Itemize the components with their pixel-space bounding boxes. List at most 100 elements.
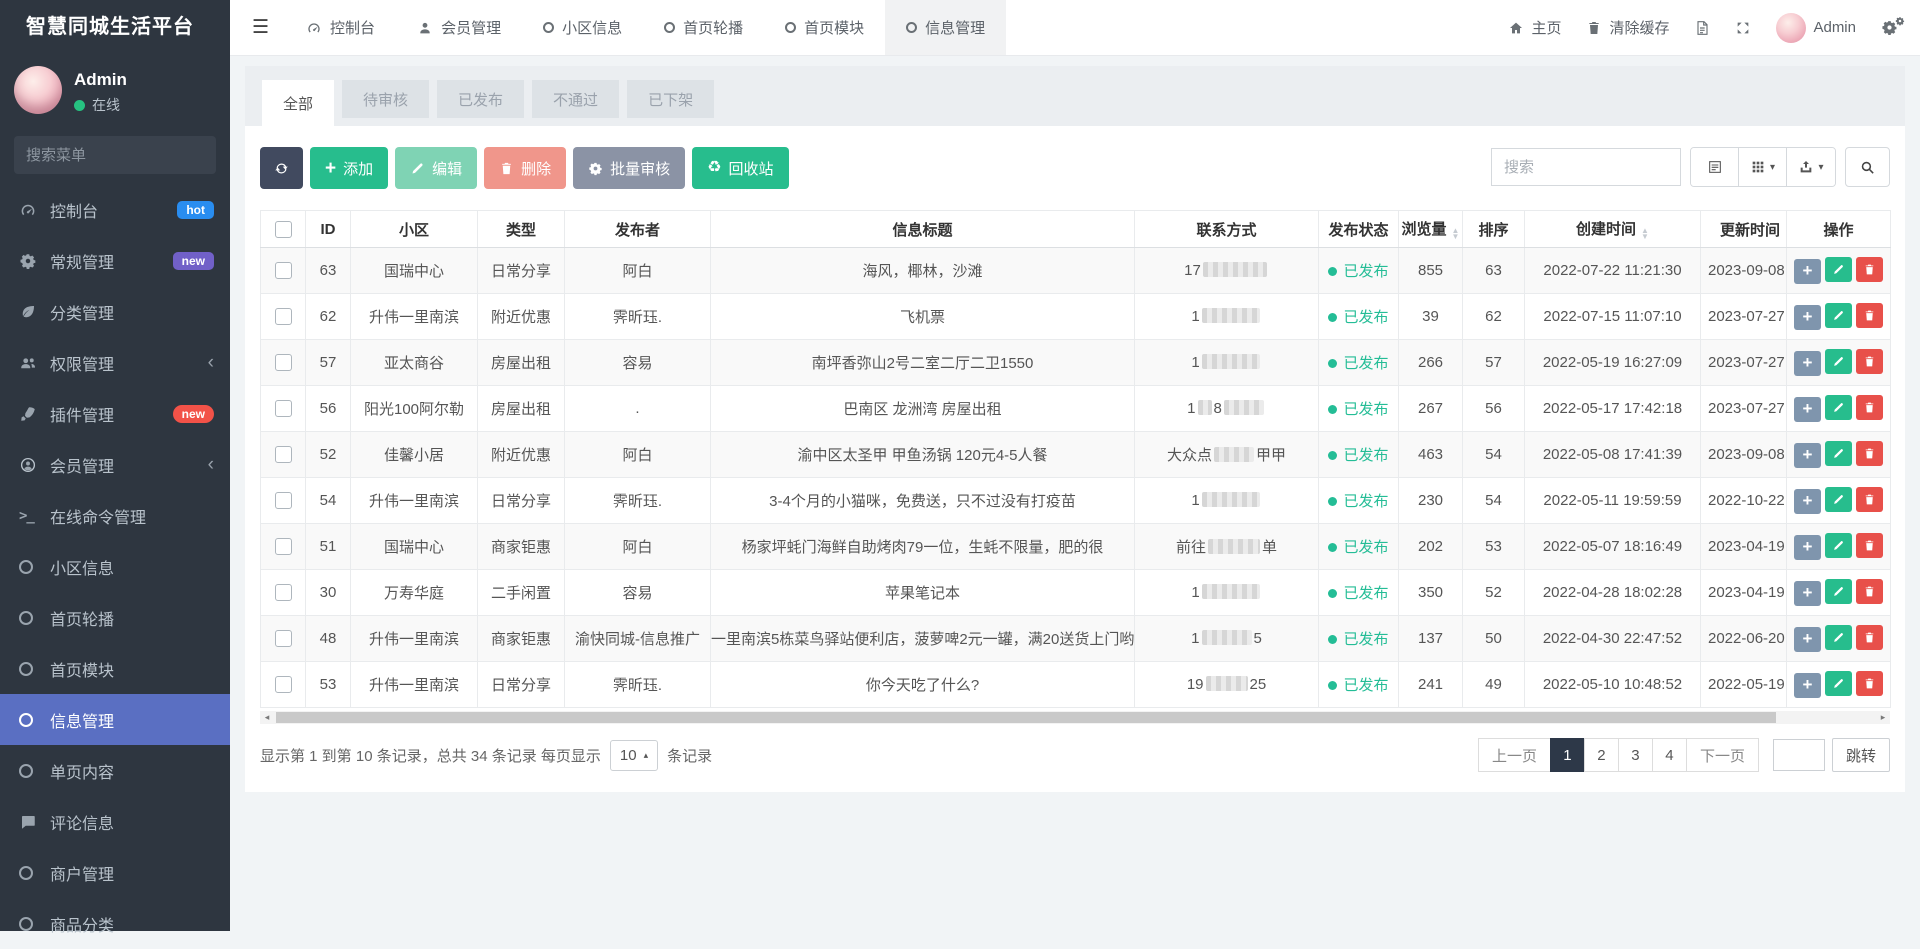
horizontal-scrollbar[interactable]: ◂ ▸ (260, 711, 1890, 724)
detail-view-button[interactable] (1691, 148, 1739, 186)
row-edit-button[interactable] (1825, 349, 1852, 374)
table-search-input[interactable] (1491, 148, 1681, 186)
sidebar-item[interactable]: 会员管理‹ (0, 439, 230, 490)
row-more-button[interactable]: + (1794, 259, 1821, 284)
avatar[interactable] (14, 66, 62, 114)
export-button[interactable]: ▾ (1787, 148, 1835, 186)
row-edit-button[interactable] (1825, 395, 1852, 420)
row-checkbox[interactable] (275, 354, 292, 371)
recycle-bin-button[interactable]: ♻ 回收站 (692, 147, 788, 189)
filter-tab[interactable]: 已下架 (627, 80, 714, 118)
row-checkbox[interactable] (275, 308, 292, 325)
row-edit-button[interactable] (1825, 533, 1852, 558)
page-number-button[interactable]: 4 (1652, 738, 1687, 772)
sidebar-item[interactable]: >_在线命令管理 (0, 490, 230, 541)
select-all-checkbox[interactable] (275, 221, 292, 238)
row-more-button[interactable]: + (1794, 627, 1821, 652)
home-button[interactable]: 主页 (1508, 17, 1561, 38)
sidebar-item[interactable]: 单页内容 (0, 745, 230, 796)
jump-button[interactable]: 跳转 (1832, 738, 1890, 772)
sidebar-item[interactable]: 首页轮播 (0, 592, 230, 643)
col-created[interactable]: 创建时间▲▼ (1525, 211, 1701, 248)
prev-page-button[interactable]: 上一页 (1478, 738, 1551, 772)
delete-button[interactable]: 删除 (484, 147, 566, 189)
row-more-button[interactable]: + (1794, 581, 1821, 606)
columns-button[interactable]: ▾ (1739, 148, 1787, 186)
clear-cache-button[interactable]: 清除缓存 (1586, 17, 1669, 38)
row-edit-button[interactable] (1825, 625, 1852, 650)
sidebar-item[interactable]: 商品分类 (0, 898, 230, 949)
scroll-left-icon[interactable]: ◂ (260, 711, 274, 724)
row-more-button[interactable]: + (1794, 397, 1821, 422)
search-submit-button[interactable] (1845, 147, 1890, 187)
filter-tab[interactable]: 不通过 (532, 80, 619, 118)
sidebar-item[interactable]: 首页模块 (0, 643, 230, 694)
sidebar-item[interactable]: 评论信息 (0, 796, 230, 847)
topbar-tab[interactable]: 控制台 (285, 0, 396, 55)
row-delete-button[interactable] (1856, 395, 1883, 420)
row-delete-button[interactable] (1856, 671, 1883, 696)
language-doc-button[interactable] (1694, 20, 1710, 36)
row-delete-button[interactable] (1856, 487, 1883, 512)
sidebar-item[interactable]: 商户管理 (0, 847, 230, 898)
row-more-button[interactable]: + (1794, 673, 1821, 698)
row-checkbox[interactable] (275, 446, 292, 463)
sort-icon[interactable]: ▲▼ (1641, 228, 1649, 240)
row-edit-button[interactable] (1825, 303, 1852, 328)
scroll-right-icon[interactable]: ▸ (1876, 711, 1890, 724)
sidebar-item[interactable]: 信息管理 (0, 694, 230, 745)
page-number-button[interactable]: 3 (1618, 738, 1653, 772)
topbar-tab[interactable]: 小区信息 (522, 0, 643, 55)
topbar-tab[interactable]: 信息管理 (885, 0, 1006, 55)
scrollbar-thumb[interactable] (276, 712, 1776, 723)
batch-audit-button[interactable]: 批量审核 (573, 147, 685, 189)
sort-icon[interactable]: ▲▼ (1452, 228, 1460, 240)
user-menu[interactable]: Admin (1776, 13, 1856, 43)
row-more-button[interactable]: + (1794, 305, 1821, 330)
page-size-select[interactable]: 10 ▴ (610, 740, 658, 771)
menu-search-input[interactable] (26, 147, 225, 164)
row-edit-button[interactable] (1825, 671, 1852, 696)
filter-tab[interactable]: 已发布 (437, 80, 524, 118)
refresh-button[interactable] (260, 147, 303, 189)
row-more-button[interactable]: + (1794, 489, 1821, 514)
row-edit-button[interactable] (1825, 487, 1852, 512)
row-checkbox[interactable] (275, 630, 292, 647)
row-more-button[interactable]: + (1794, 535, 1821, 560)
row-delete-button[interactable] (1856, 579, 1883, 604)
row-delete-button[interactable] (1856, 349, 1883, 374)
row-edit-button[interactable] (1825, 579, 1852, 604)
row-delete-button[interactable] (1856, 533, 1883, 558)
topbar-tab[interactable]: 首页模块 (764, 0, 885, 55)
edit-button[interactable]: 编辑 (395, 147, 477, 189)
sidebar-item[interactable]: 常规管理new (0, 235, 230, 286)
col-updated[interactable]: 更新时间 (1701, 211, 1787, 248)
add-button[interactable]: + 添加 (310, 147, 388, 189)
row-edit-button[interactable] (1825, 257, 1852, 282)
row-checkbox[interactable] (275, 262, 292, 279)
col-views[interactable]: 浏览量▲▼ (1399, 211, 1463, 248)
row-checkbox[interactable] (275, 584, 292, 601)
sidebar-item[interactable]: 控制台hot (0, 184, 230, 235)
hamburger-icon[interactable]: ☰ (252, 16, 269, 39)
next-page-button[interactable]: 下一页 (1686, 738, 1759, 772)
filter-tab[interactable]: 全部 (262, 80, 334, 126)
filter-tab[interactable]: 待审核 (342, 80, 429, 118)
sidebar-item[interactable]: 小区信息 (0, 541, 230, 592)
topbar-tab[interactable]: 会员管理 (396, 0, 522, 55)
fullscreen-button[interactable] (1735, 20, 1751, 36)
page-number-button[interactable]: 2 (1584, 738, 1619, 772)
sidebar-item[interactable]: 插件管理new (0, 388, 230, 439)
row-checkbox[interactable] (275, 400, 292, 417)
row-delete-button[interactable] (1856, 441, 1883, 466)
sidebar-item[interactable]: 权限管理‹ (0, 337, 230, 388)
row-delete-button[interactable] (1856, 257, 1883, 282)
settings-button[interactable] (1881, 19, 1898, 36)
row-checkbox[interactable] (275, 538, 292, 555)
jump-page-input[interactable] (1773, 739, 1825, 771)
sidebar-item[interactable]: 分类管理 (0, 286, 230, 337)
row-checkbox[interactable] (275, 676, 292, 693)
row-delete-button[interactable] (1856, 625, 1883, 650)
row-checkbox[interactable] (275, 492, 292, 509)
row-more-button[interactable]: + (1794, 443, 1821, 468)
